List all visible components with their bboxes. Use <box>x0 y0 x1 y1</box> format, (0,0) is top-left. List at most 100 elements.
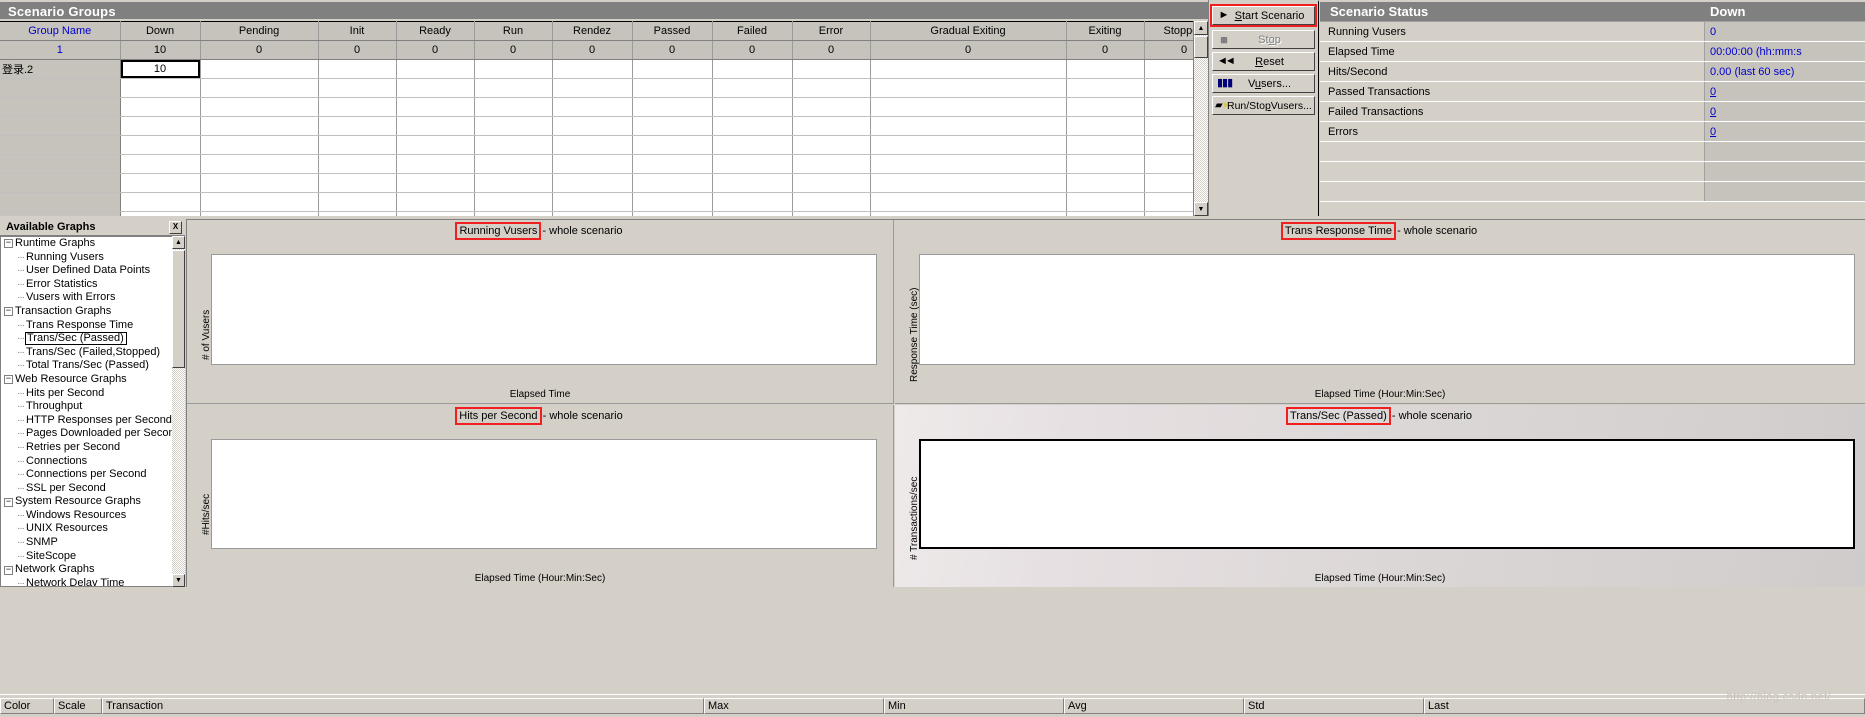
scrollbar-thumb[interactable] <box>172 250 185 368</box>
row-cell[interactable] <box>318 135 397 155</box>
row-cell[interactable] <box>200 173 319 193</box>
row-cell[interactable] <box>396 78 475 98</box>
row-cell[interactable] <box>120 192 201 212</box>
table-row[interactable]: 登录.2 10 <box>0 59 1208 79</box>
row-cell[interactable] <box>1066 97 1145 117</box>
column-header-ready[interactable]: Ready <box>396 21 475 41</box>
row-cell[interactable] <box>792 97 871 117</box>
row-cell[interactable] <box>200 97 319 117</box>
legend-column-avg[interactable]: Avg <box>1064 698 1244 714</box>
column-header-pending[interactable]: Pending <box>200 21 319 41</box>
row-cell[interactable] <box>200 135 319 155</box>
tree-expander-minus-icon[interactable]: − <box>4 307 13 317</box>
row-group-name[interactable] <box>0 173 121 193</box>
column-header-gradual-exiting[interactable]: Gradual Exiting <box>870 21 1067 41</box>
row-cell[interactable] <box>632 154 713 174</box>
column-header-group-name[interactable]: Group Name <box>0 21 121 41</box>
tree-expander-minus-icon[interactable]: − <box>4 565 13 575</box>
row-cell[interactable] <box>552 154 633 174</box>
tree-item-connections-per-second[interactable]: ··· Connections per Second <box>1 468 172 482</box>
tree-item-ssl-per-second[interactable]: ··· SSL per Second <box>1 482 172 496</box>
row-cell[interactable] <box>870 192 1067 212</box>
scrollbar-track[interactable] <box>1194 35 1208 202</box>
tree-item-transaction-graphs[interactable]: − Transaction Graphs <box>1 305 172 319</box>
table-row[interactable] <box>0 97 1208 117</box>
row-cell[interactable] <box>120 211 201 216</box>
row-cell[interactable] <box>474 78 553 98</box>
row-cell[interactable] <box>632 211 713 216</box>
row-cell[interactable] <box>120 154 201 174</box>
graph-pane-hits-per-second[interactable]: Hits per Second - whole scenario #Hits/s… <box>187 405 894 587</box>
tree-item-trans-sec-passed[interactable]: ··· Trans/Sec (Passed) <box>1 332 172 346</box>
row-cell[interactable] <box>200 116 319 136</box>
row-init-cell[interactable] <box>318 59 397 79</box>
start-scenario-button[interactable]: ► Start Scenario <box>1212 6 1315 25</box>
scroll-up-icon[interactable]: ▲ <box>1194 21 1208 35</box>
row-cell[interactable] <box>1066 135 1145 155</box>
graph-plot-area[interactable] <box>211 439 877 549</box>
row-cell[interactable] <box>712 135 793 155</box>
tree-item-user-defined-data-points[interactable]: ··· User Defined Data Points <box>1 264 172 278</box>
tree-item-retries-per-second[interactable]: ··· Retries per Second <box>1 441 172 455</box>
column-header-init[interactable]: Init <box>318 21 397 41</box>
legend-column-transaction[interactable]: Transaction <box>102 698 704 714</box>
tree-item-trans-response-time[interactable]: ··· Trans Response Time <box>1 319 172 333</box>
errors-link[interactable]: 0 <box>1710 126 1716 138</box>
column-header-failed[interactable]: Failed <box>712 21 793 41</box>
tree-item-unix-resources[interactable]: ··· UNIX Resources <box>1 522 172 536</box>
row-run-cell[interactable] <box>474 59 553 79</box>
row-cell[interactable] <box>474 173 553 193</box>
legend-column-std[interactable]: Std <box>1244 698 1424 714</box>
row-cell[interactable] <box>632 173 713 193</box>
row-exiting-cell[interactable] <box>1066 59 1145 79</box>
row-cell[interactable] <box>200 78 319 98</box>
row-cell[interactable] <box>712 97 793 117</box>
available-graphs-scrollbar[interactable]: ▲ ▼ <box>172 236 185 587</box>
legend-column-scale[interactable]: Scale <box>54 698 102 714</box>
row-cell[interactable] <box>792 192 871 212</box>
row-cell[interactable] <box>792 154 871 174</box>
row-cell[interactable] <box>318 116 397 136</box>
failed-transactions-link[interactable]: 0 <box>1710 106 1716 118</box>
scroll-up-icon[interactable]: ▲ <box>172 236 185 249</box>
row-cell[interactable] <box>474 154 553 174</box>
row-cell[interactable] <box>474 211 553 216</box>
tree-item-trans-sec-failed-stopped[interactable]: ··· Trans/Sec (Failed,Stopped) <box>1 346 172 360</box>
row-cell[interactable] <box>318 78 397 98</box>
row-passed-cell[interactable] <box>632 59 713 79</box>
row-group-name[interactable] <box>0 211 121 216</box>
row-cell[interactable] <box>396 173 475 193</box>
row-cell[interactable] <box>870 154 1067 174</box>
tree-item-throughput[interactable]: ··· Throughput <box>1 400 172 414</box>
row-cell[interactable] <box>318 192 397 212</box>
row-group-name[interactable] <box>0 154 121 174</box>
tree-item-network-delay-time[interactable]: ··· Network Delay Time <box>1 577 172 586</box>
row-cell[interactable] <box>792 116 871 136</box>
row-cell[interactable] <box>792 173 871 193</box>
row-cell[interactable] <box>396 135 475 155</box>
row-cell[interactable] <box>632 135 713 155</box>
row-cell[interactable] <box>552 173 633 193</box>
row-group-name[interactable]: 登录.2 <box>0 59 121 79</box>
tree-item-windows-resources[interactable]: ··· Windows Resources <box>1 509 172 523</box>
row-gradual-exiting-cell[interactable] <box>870 59 1067 79</box>
tree-item-network-graphs[interactable]: − Network Graphs <box>1 563 172 577</box>
tree-expander-minus-icon[interactable]: − <box>4 375 13 385</box>
row-cell[interactable] <box>552 192 633 212</box>
table-header-row[interactable]: Group Name Down Pending Init Ready Run R… <box>0 21 1208 41</box>
status-value-link[interactable]: 0 <box>1704 101 1865 122</box>
row-cell[interactable] <box>1066 211 1145 216</box>
table-row[interactable] <box>0 116 1208 136</box>
tree-item-runtime-graphs[interactable]: − Runtime Graphs <box>1 237 172 251</box>
row-group-name[interactable] <box>0 116 121 136</box>
row-cell[interactable] <box>120 135 201 155</box>
stop-button[interactable]: ■ Stop <box>1212 30 1315 49</box>
row-cell[interactable] <box>712 78 793 98</box>
row-cell[interactable] <box>870 116 1067 136</box>
graph-pane-trans-response-time[interactable]: Trans Response Time - whole scenario Res… <box>895 220 1865 404</box>
row-cell[interactable] <box>1066 154 1145 174</box>
vusers-button[interactable]: ▮▮▮ Vusers... <box>1212 74 1315 93</box>
row-cell[interactable] <box>120 97 201 117</box>
row-rendez-cell[interactable] <box>552 59 633 79</box>
row-cell[interactable] <box>552 116 633 136</box>
